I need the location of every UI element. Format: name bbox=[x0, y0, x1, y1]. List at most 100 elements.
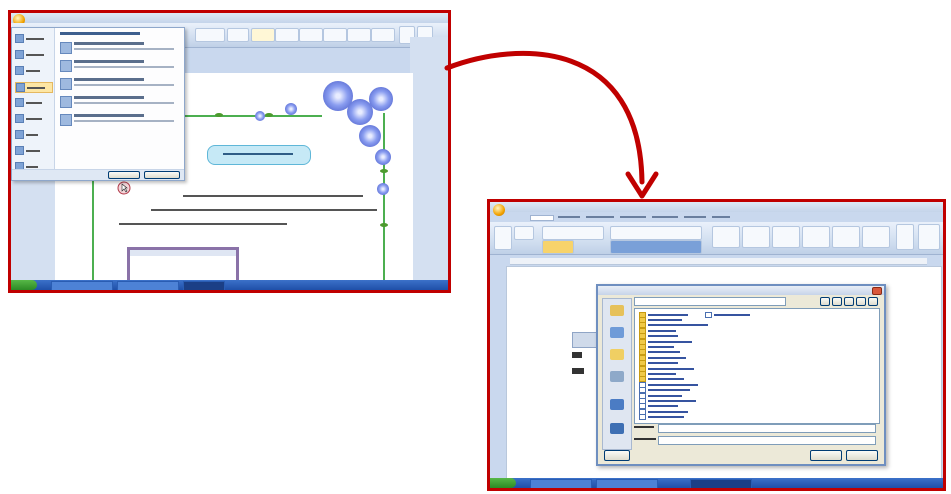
tools-button[interactable] bbox=[604, 450, 630, 461]
start-button[interactable] bbox=[11, 280, 37, 290]
file-list-item[interactable] bbox=[639, 338, 692, 345]
menu-item-send[interactable] bbox=[15, 130, 51, 139]
taskbar-item[interactable] bbox=[530, 479, 592, 488]
file-list-item[interactable] bbox=[639, 365, 694, 372]
screenshot-word-save-as-dialog bbox=[487, 199, 946, 491]
file-list-item[interactable] bbox=[639, 381, 698, 388]
tab-review[interactable] bbox=[684, 216, 706, 218]
cancel-button[interactable] bbox=[846, 450, 878, 461]
ribbon bbox=[490, 222, 943, 255]
style-normal-button[interactable] bbox=[251, 28, 275, 42]
cut-button[interactable] bbox=[514, 226, 534, 240]
style-heading2-button[interactable] bbox=[323, 28, 347, 42]
format-buttons[interactable] bbox=[542, 240, 574, 254]
menu-item-save-as[interactable] bbox=[15, 82, 53, 93]
menu-item-save[interactable] bbox=[15, 66, 51, 75]
ribbon-format-group[interactable] bbox=[227, 28, 249, 42]
file-name-input[interactable] bbox=[658, 424, 876, 433]
delete-button[interactable] bbox=[844, 297, 854, 306]
paste-button[interactable] bbox=[494, 226, 512, 250]
file-list-item[interactable] bbox=[705, 311, 750, 318]
style-title-button[interactable] bbox=[347, 28, 371, 42]
menu-item-publish[interactable] bbox=[15, 146, 51, 155]
recent-places-icon[interactable] bbox=[607, 305, 627, 319]
file-list-item[interactable] bbox=[639, 311, 688, 318]
tab-references[interactable] bbox=[620, 216, 646, 218]
horizontal-ruler bbox=[510, 258, 927, 265]
leaf-decoration bbox=[215, 113, 223, 117]
ribbon-font-group[interactable] bbox=[195, 28, 225, 42]
office-orb-icon[interactable] bbox=[493, 204, 505, 216]
desktop-icon[interactable] bbox=[607, 327, 627, 341]
tab-page-layout[interactable] bbox=[586, 216, 614, 218]
taskbar-item-active[interactable] bbox=[690, 479, 752, 488]
new-folder-button[interactable] bbox=[856, 297, 866, 306]
style-subtitle-button[interactable] bbox=[371, 28, 395, 42]
office-menu-commands bbox=[12, 28, 55, 180]
style-heading2-button[interactable] bbox=[802, 226, 830, 248]
flower-decoration-icon bbox=[369, 87, 393, 111]
file-list-item[interactable] bbox=[639, 387, 690, 394]
start-button[interactable] bbox=[490, 478, 516, 488]
tab-insert[interactable] bbox=[558, 216, 580, 218]
screenshot-word-office-menu bbox=[8, 10, 451, 293]
back-button[interactable] bbox=[820, 297, 830, 306]
network-icon[interactable] bbox=[607, 399, 627, 413]
leaf-decoration bbox=[380, 223, 388, 227]
vine-border-right bbox=[383, 113, 385, 285]
my-computer-icon[interactable] bbox=[607, 371, 627, 385]
flower-decoration-icon bbox=[375, 149, 391, 165]
menu-item-open[interactable] bbox=[15, 50, 51, 59]
leaf-decoration bbox=[265, 113, 273, 117]
taskbar-item[interactable] bbox=[51, 281, 113, 290]
font-name-combo[interactable] bbox=[542, 226, 604, 240]
views-button[interactable] bbox=[868, 297, 878, 306]
menu-item-new[interactable] bbox=[15, 34, 51, 43]
menu-item-print[interactable] bbox=[15, 98, 51, 107]
file-list-item[interactable] bbox=[639, 408, 688, 415]
up-folder-button[interactable] bbox=[832, 297, 842, 306]
office-menu bbox=[11, 27, 185, 181]
change-styles-button[interactable] bbox=[896, 224, 914, 250]
my-documents-icon[interactable] bbox=[607, 349, 627, 363]
save-as-word-template[interactable] bbox=[60, 58, 178, 74]
save-as-dialog bbox=[596, 284, 886, 466]
taskbar-item[interactable] bbox=[596, 479, 658, 488]
save-as-header bbox=[60, 32, 140, 35]
save-as-type-combo[interactable] bbox=[658, 436, 876, 445]
style-normal-button[interactable] bbox=[712, 226, 740, 248]
paragraph-group[interactable] bbox=[610, 226, 702, 240]
file-list-item[interactable] bbox=[639, 397, 696, 404]
dialog-title-bar bbox=[598, 286, 884, 295]
tab-mailings[interactable] bbox=[652, 216, 678, 218]
network-places-icon[interactable] bbox=[607, 423, 627, 437]
file-list-item[interactable] bbox=[639, 354, 686, 361]
style-heading1-button[interactable] bbox=[299, 28, 323, 42]
save-as-word-document[interactable] bbox=[60, 40, 178, 56]
save-button[interactable] bbox=[810, 450, 842, 461]
save-in-combo[interactable] bbox=[634, 297, 786, 306]
file-list-item[interactable] bbox=[639, 414, 684, 421]
taskbar-item[interactable] bbox=[117, 281, 179, 290]
tab-home[interactable] bbox=[530, 215, 554, 221]
style-no-spacing-button[interactable] bbox=[742, 226, 770, 248]
taskbar-item-active[interactable] bbox=[183, 281, 225, 290]
save-as-addins[interactable] bbox=[60, 94, 178, 110]
exit-word-button[interactable] bbox=[144, 171, 180, 179]
save-as-other-formats[interactable] bbox=[60, 112, 178, 128]
style-heading1-button[interactable] bbox=[772, 226, 800, 248]
word-options-button[interactable] bbox=[108, 171, 140, 179]
editing-button[interactable] bbox=[918, 224, 940, 250]
dialog-close-button[interactable] bbox=[872, 287, 882, 295]
tab-view[interactable] bbox=[712, 216, 730, 218]
save-as-word-97-2003[interactable] bbox=[60, 76, 178, 92]
text-line bbox=[119, 223, 287, 225]
file-list-item[interactable] bbox=[639, 322, 708, 329]
windows-taskbar bbox=[490, 478, 943, 488]
file-list[interactable] bbox=[634, 308, 880, 424]
style-title-button[interactable] bbox=[832, 226, 860, 248]
alignment-buttons[interactable] bbox=[610, 240, 702, 254]
style-subtitle-button[interactable] bbox=[862, 226, 890, 248]
menu-item-prepare[interactable] bbox=[15, 114, 51, 123]
style-no-spacing-button[interactable] bbox=[275, 28, 299, 42]
